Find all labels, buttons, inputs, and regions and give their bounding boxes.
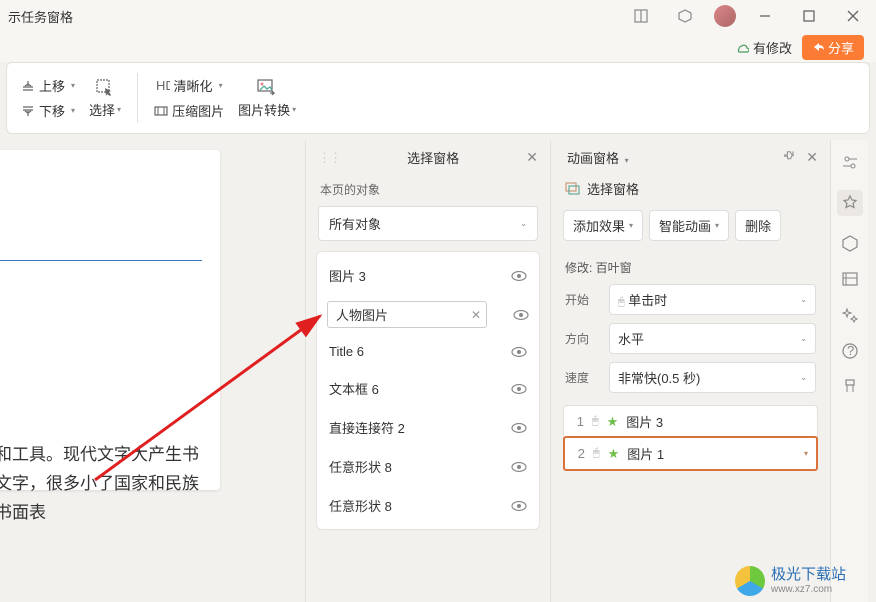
object-filter-dropdown[interactable]: 所有对象 ⌄: [318, 206, 538, 241]
move-up-icon: [21, 79, 35, 93]
start-select[interactable]: 🖱 单击时⌄: [609, 284, 816, 315]
object-list: 图片 3 ✕ Title 6 文本框 6: [316, 251, 540, 530]
modify-label: 修改: 百叶窗: [551, 251, 830, 280]
settings-icon[interactable]: [841, 154, 859, 172]
titlebar: 示任务窗格: [0, 0, 876, 32]
animation-pane-title: 动画窗格 ▾: [563, 148, 782, 167]
minimize-button[interactable]: [750, 1, 780, 31]
package-icon[interactable]: [841, 234, 859, 252]
list-item[interactable]: Title 6: [317, 334, 539, 369]
sparkle-icon[interactable]: [841, 306, 859, 324]
has-changes-indicator[interactable]: 有修改: [735, 38, 792, 57]
clarity-icon: HD: [156, 79, 170, 93]
selection-pane-icon: [565, 182, 581, 196]
clear-icon[interactable]: ✕: [471, 308, 481, 322]
list-item[interactable]: 文本框 6: [317, 369, 539, 408]
help-icon[interactable]: ?: [841, 342, 859, 360]
delete-button[interactable]: 删除: [735, 210, 781, 241]
star-icon: ★: [608, 446, 620, 462]
chevron-down-icon: ⌄: [520, 219, 527, 228]
panel-icon[interactable]: [626, 1, 656, 31]
eye-icon[interactable]: [511, 270, 527, 282]
close-icon[interactable]: ✕: [526, 149, 538, 166]
mouse-icon: 🖱: [592, 415, 599, 428]
eye-icon[interactable]: [511, 346, 527, 358]
animation-list: 1 🖱 ★ 图片 3 2 🖱 ★ 图片 1 ▾: [563, 405, 818, 471]
move-up-button[interactable]: 上移▾: [15, 74, 81, 97]
share-button[interactable]: 分享: [802, 35, 864, 60]
selection-pane-link[interactable]: 选择窗格: [551, 175, 830, 206]
clarity-button[interactable]: HD 清晰化▾: [148, 74, 230, 97]
move-down-button[interactable]: 下移▾: [15, 99, 81, 122]
selection-pane: ⋮⋮ 选择窗格 ✕ 本页的对象 所有对象 ⌄ 图片 3 ✕: [305, 140, 550, 602]
convert-image-button[interactable]: 图片转换▾: [232, 76, 302, 121]
list-item[interactable]: 任意形状 8: [317, 486, 539, 525]
convert-icon: [256, 78, 278, 98]
right-sidebar: ?: [830, 140, 868, 602]
select-icon: [95, 78, 115, 98]
tools-icon[interactable]: [841, 378, 859, 396]
eye-icon[interactable]: [511, 500, 527, 512]
svg-text:?: ?: [847, 343, 854, 358]
close-icon[interactable]: ✕: [806, 149, 818, 166]
selection-pane-subtitle: 本页的对象: [306, 175, 550, 204]
direction-select[interactable]: 水平⌄: [609, 323, 816, 354]
start-label: 开始: [565, 291, 601, 308]
share-bar: 有修改 分享: [0, 32, 876, 62]
smart-animation-button[interactable]: 智能动画▾: [649, 210, 729, 241]
watermark-logo: [735, 566, 765, 596]
mouse-icon: 🖱: [593, 447, 600, 460]
speed-label: 速度: [565, 369, 601, 386]
speed-select[interactable]: 非常快(0.5 秒)⌄: [609, 362, 816, 393]
chevron-down-icon: ⌄: [800, 373, 807, 382]
eye-icon[interactable]: [511, 422, 527, 434]
compress-button[interactable]: 压缩图片: [148, 99, 230, 122]
eye-icon[interactable]: [511, 461, 527, 473]
ribbon: 上移▾ 下移▾ 选择▾ HD 清晰化▾ 压缩图片 图片转换▾: [6, 62, 870, 134]
svg-text:HD: HD: [156, 79, 170, 93]
list-item-editing[interactable]: ✕: [317, 295, 539, 334]
share-icon: [812, 41, 824, 53]
chevron-down-icon: ⌄: [800, 295, 807, 304]
animation-row[interactable]: 1 🖱 ★ 图片 3: [564, 406, 817, 437]
slide-text: 式和工具。现代文字大产生书面文字，很多小了国家和民族的书面表: [0, 441, 202, 528]
slide-canvas[interactable]: 式和工具。现代文字大产生书面文字，很多小了国家和民族的书面表: [0, 140, 305, 602]
cube-icon[interactable]: [670, 1, 700, 31]
watermark: 极光下载站 www.xz7.com: [735, 566, 846, 596]
maximize-button[interactable]: [794, 1, 824, 31]
grip-icon[interactable]: ⋮⋮: [318, 150, 340, 166]
task-pane-title: 示任务窗格: [8, 7, 73, 26]
selection-pane-title: 选择窗格: [340, 148, 526, 167]
list-item[interactable]: 图片 3: [317, 256, 539, 295]
add-effect-button[interactable]: 添加效果▾: [563, 210, 643, 241]
list-item[interactable]: 任意形状 8: [317, 447, 539, 486]
mouse-icon: 🖱: [618, 296, 625, 308]
animation-row-selected[interactable]: 2 🖱 ★ 图片 1 ▾: [563, 436, 818, 471]
list-item[interactable]: 直接连接符 2: [317, 408, 539, 447]
star-icon: ★: [607, 414, 619, 430]
move-down-icon: [21, 104, 35, 118]
select-button[interactable]: 选择▾: [83, 76, 127, 121]
compress-icon: [154, 104, 168, 118]
template-icon[interactable]: [841, 270, 859, 288]
pin-icon[interactable]: [782, 149, 796, 166]
star-tool-icon[interactable]: [837, 190, 863, 216]
slide-thumbnail: 式和工具。现代文字大产生书面文字，很多小了国家和民族的书面表: [0, 150, 220, 490]
close-button[interactable]: [838, 1, 868, 31]
cloud-icon: [735, 40, 749, 54]
direction-label: 方向: [565, 330, 601, 347]
eye-icon[interactable]: [511, 383, 527, 395]
eye-icon[interactable]: [513, 309, 529, 321]
chevron-down-icon: ⌄: [800, 334, 807, 343]
chevron-down-icon[interactable]: ▾: [804, 449, 808, 458]
avatar[interactable]: [714, 5, 736, 27]
animation-pane: 动画窗格 ▾ ✕ 选择窗格 添加效果▾ 智能动画▾ 删除 修改: 百叶窗 开始 …: [550, 140, 830, 602]
rename-input[interactable]: [327, 301, 487, 328]
